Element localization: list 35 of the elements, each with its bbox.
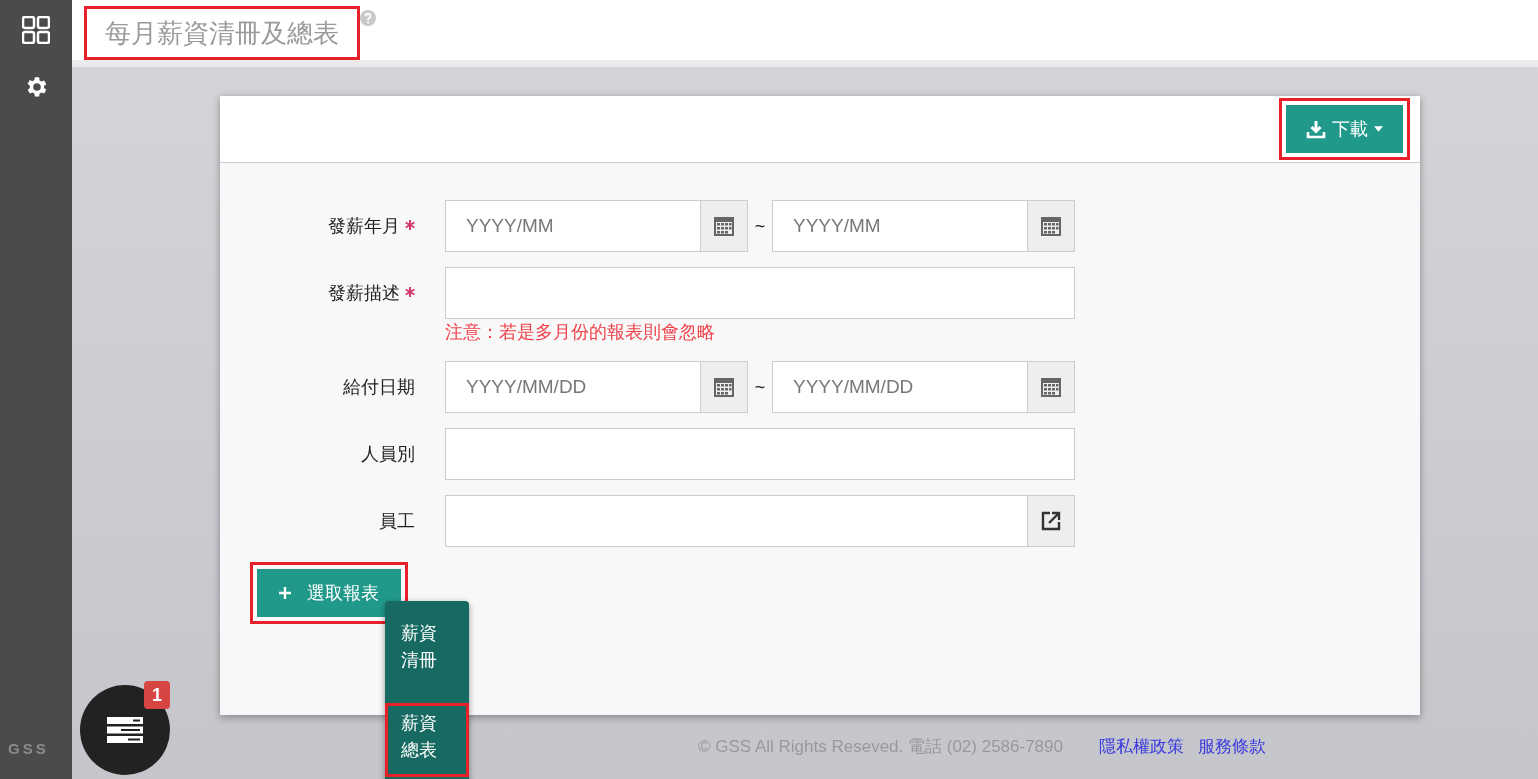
server-stack-icon (107, 717, 143, 743)
calendar-icon (713, 215, 735, 237)
range-separator: ~ (753, 376, 767, 398)
text-field[interactable] (445, 428, 1075, 480)
notification-badge: 1 (144, 681, 170, 709)
logo: GSS (8, 740, 49, 757)
required-asterisk-icon (405, 287, 415, 297)
page-title: 每月薪資清冊及總表 (84, 6, 360, 60)
calendar-icon (713, 376, 735, 398)
select-report-button[interactable]: 選取報表 (257, 569, 401, 617)
download-icon (1306, 119, 1326, 139)
range-separator: ~ (753, 215, 767, 237)
field-label: 發薪描述 (328, 282, 400, 304)
apps-grid-icon[interactable] (22, 16, 50, 44)
menu-item[interactable]: 薪資總表 (385, 703, 469, 777)
date-field[interactable]: YYYY/MM/DD (445, 361, 748, 413)
required-asterisk-icon (405, 220, 415, 230)
footer-link[interactable]: 服務條款 (1198, 735, 1266, 758)
field-note: 注意：若是多月份的報表則會忽略 (445, 321, 716, 344)
help-icon[interactable] (360, 10, 376, 26)
external-link-icon[interactable] (1041, 511, 1061, 531)
plus-icon (279, 587, 291, 599)
field-label: 人員別 (361, 443, 415, 465)
text-field[interactable] (445, 267, 1075, 319)
caret-icon (1374, 126, 1383, 132)
date-field[interactable]: YYYY/MM/DD (772, 361, 1075, 413)
field-label: 給付日期 (343, 376, 415, 398)
field-label: 發薪年月 (328, 215, 400, 237)
calendar-icon (1040, 215, 1062, 237)
download-button[interactable]: 下載 (1286, 105, 1403, 153)
calendar-icon (1040, 376, 1062, 398)
date-field[interactable]: YYYY/MM (772, 200, 1075, 252)
field-label: 員工 (379, 510, 415, 532)
date-field[interactable]: YYYY/MM (445, 200, 748, 252)
footer-link[interactable]: 隱私權政策 (1099, 735, 1184, 758)
